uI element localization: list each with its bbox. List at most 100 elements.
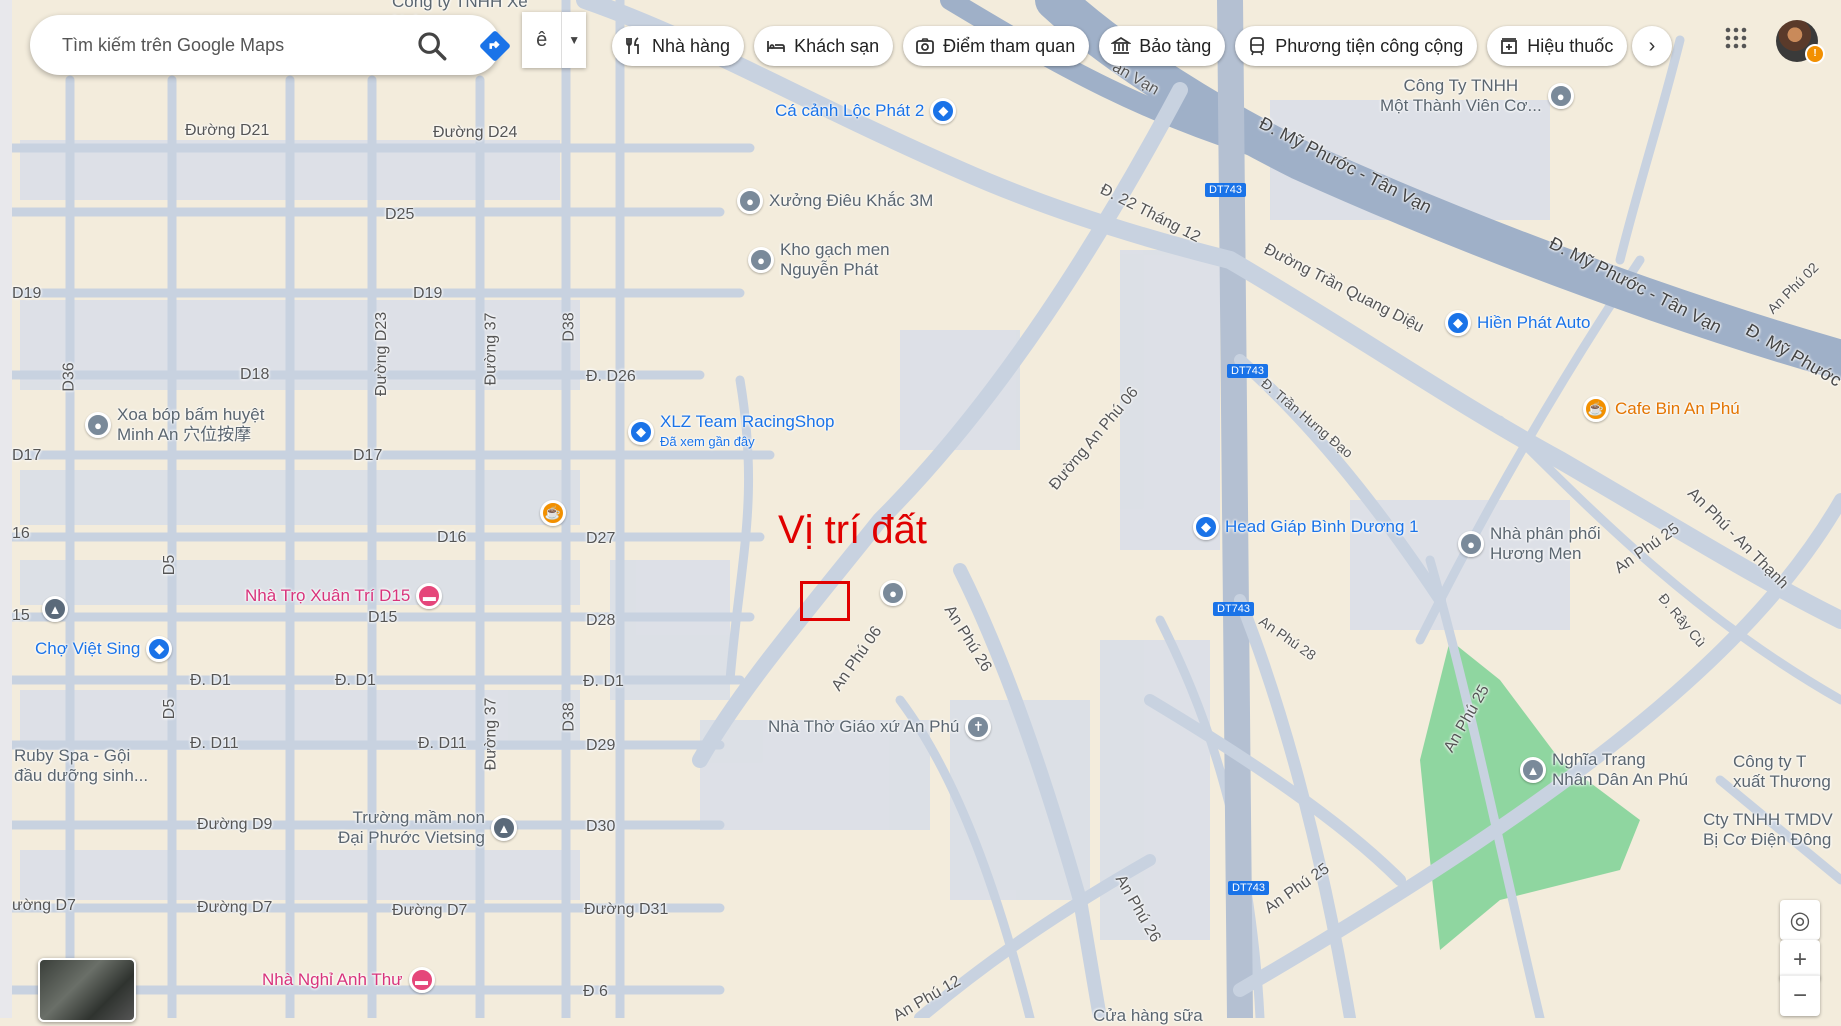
bed-icon: ▬ <box>408 967 435 993</box>
place-marker[interactable]: Trường mầm non Đại Phước Vietsing ▲ <box>338 808 517 848</box>
chip-label: Nhà hàng <box>652 35 731 56</box>
land-location-annotation: Vị trí đất <box>778 508 927 552</box>
road-label: D5 <box>161 554 179 576</box>
place-marker[interactable]: Ruby Spa - Gội đầu dưỡng sinh... <box>14 746 148 786</box>
road-label: D15 <box>368 609 398 626</box>
place-label: Cafe Bin An Phú <box>1615 399 1740 418</box>
road-label: Đường D7 <box>392 902 468 919</box>
category-chips: Nhà hàng Khách sạn Điểm tham quan Bảo tà… <box>612 26 1628 66</box>
road-label: D38 <box>560 312 578 342</box>
search-box[interactable] <box>30 15 510 75</box>
alert-badge-icon: ! <box>1805 44 1825 64</box>
road-label: Đ. D11 <box>190 735 239 752</box>
place-marker[interactable]: ◆ Hiền Phát Auto <box>1445 310 1590 336</box>
chevron-right-icon[interactable]: › <box>1632 26 1672 66</box>
chip-transit[interactable]: Phương tiện công cộng <box>1235 26 1478 66</box>
place-marker[interactable]: ● Kho gạch men Nguyễn Phát <box>748 240 890 280</box>
road-label: Đường 37 <box>482 697 500 771</box>
road-label: D28 <box>586 612 616 629</box>
road-label: Đường 37 <box>482 312 500 386</box>
place-label: XLZ Team RacingShop <box>660 412 835 431</box>
coffee-icon: ☕ <box>1583 396 1609 422</box>
layers-button[interactable] <box>38 958 136 1022</box>
chip-label: Điểm tham quan <box>943 35 1076 56</box>
camera-icon <box>916 38 935 54</box>
shopping-icon: ◆ <box>1445 310 1471 336</box>
zoom-in-button[interactable]: + <box>1780 940 1820 980</box>
place-marker[interactable]: Nhà Thờ Giáo xứ An Phú ✝ <box>768 714 992 740</box>
apps-grid-icon[interactable] <box>1724 26 1748 50</box>
road-label: Đ. D1 <box>335 672 376 689</box>
place-marker[interactable]: Công ty T xuất Thương <box>1733 752 1831 792</box>
school-icon: ▲ <box>490 815 517 841</box>
input-method-char: ê <box>536 28 548 51</box>
road-label: D16 <box>437 529 467 546</box>
place-marker[interactable]: Nhà Nghỉ Anh Thư ▬ <box>262 967 435 993</box>
chip-attractions[interactable]: Điểm tham quan <box>903 26 1090 66</box>
place-marker[interactable]: ◆ XLZ Team RacingShop Đã xem gần đây <box>628 412 835 452</box>
road-label: Đường D9 <box>197 816 273 833</box>
directions-icon[interactable] <box>478 29 512 63</box>
chip-hotels[interactable]: Khách sạn <box>754 26 894 66</box>
chip-label: Khách sạn <box>794 35 880 56</box>
place-label: Xoa bóp bấm huyệt Minh An 穴位按摩 <box>117 405 265 444</box>
road-label: 15 <box>12 607 30 624</box>
road-label: D17 <box>353 447 383 464</box>
search-input[interactable] <box>60 33 394 57</box>
place-label: Xưởng Điêu Khắc 3M <box>769 191 934 210</box>
road-label: Đ. D1 <box>583 673 624 690</box>
place-marker[interactable]: Công Ty TNHH Một Thành Viên Cơ... ● <box>1380 76 1574 116</box>
chip-restaurants[interactable]: Nhà hàng <box>612 26 745 66</box>
input-method-selector[interactable]: ê ▼ <box>522 12 586 68</box>
place-marker[interactable]: ▲ Nghĩa Trang Nhân Dân An Phú <box>1520 750 1688 790</box>
coffee-icon: ☕ <box>540 500 566 526</box>
zoom-out-button[interactable]: − <box>1780 975 1820 1016</box>
road-label: Đường D23 <box>373 311 391 397</box>
road-label: D27 <box>586 530 616 547</box>
chip-label: Hiệu thuốc <box>1527 35 1614 56</box>
place-label: Công Ty TNHH Một Thành Viên Cơ... <box>1380 76 1542 115</box>
place-label: Nghĩa Trang Nhân Dân An Phú <box>1552 750 1689 789</box>
land-location-box <box>800 581 850 621</box>
road-label: D19 <box>12 285 42 302</box>
chip-pharmacies[interactable]: Hiệu thuốc <box>1487 26 1628 66</box>
place-label: Nhà Thờ Giáo xứ An Phú <box>768 717 960 736</box>
chevron-down-icon[interactable]: ▼ <box>561 12 586 68</box>
cemetery-icon: ▲ <box>1520 757 1546 783</box>
place-marker[interactable]: Chợ Việt Sing ◆ <box>35 636 173 662</box>
place-marker[interactable]: Cá cảnh Lộc Phát 2 ◆ <box>775 98 957 124</box>
place-marker[interactable]: ● Nhà phân phối Hương Men <box>1458 524 1601 564</box>
place-marker[interactable]: ▲ <box>42 596 68 622</box>
place-sublabel: Đã xem gần đây <box>660 434 755 449</box>
road-label: Đ. D26 <box>586 368 636 385</box>
road-label: D5 <box>161 698 179 720</box>
place-marker[interactable]: ☕ Cafe Bin An Phú <box>1583 396 1740 422</box>
road-label: D25 <box>385 206 415 223</box>
restaurant-icon <box>626 37 639 54</box>
chip-museums[interactable]: Bảo tàng <box>1099 26 1226 66</box>
place-label: Công ty T xuất Thương <box>1733 752 1831 791</box>
place-marker[interactable]: ● Xoa bóp bấm huyệt Minh An 穴位按摩 <box>85 405 264 445</box>
search-icon[interactable] <box>415 29 449 63</box>
place-marker[interactable]: Cửa hàng sữa <box>1093 1006 1203 1026</box>
place-label: Cá cảnh Lộc Phát 2 <box>775 101 925 120</box>
place-marker[interactable]: ● Xưởng Điêu Khắc 3M <box>737 188 933 214</box>
place-label: Head Giáp Bình Dương 1 <box>1225 517 1419 536</box>
place-marker[interactable]: ● <box>880 580 906 606</box>
road-label: Đường D21 <box>185 122 270 139</box>
place-marker[interactable]: ◆ Head Giáp Bình Dương 1 <box>1193 514 1419 540</box>
place-label: Cty TNHH TMDV Bị Cơ Điện Đông <box>1703 810 1833 849</box>
place-marker[interactable]: Cty TNHH TMDV Bị Cơ Điện Đông <box>1703 810 1833 850</box>
school-icon: ▲ <box>42 596 68 622</box>
place-label: Chợ Việt Sing <box>35 639 141 658</box>
place-marker[interactable]: Nhà Trọ Xuân Trí D15 ▬ <box>245 583 443 609</box>
my-location-icon[interactable]: ◎ <box>1780 900 1820 940</box>
road-label: Đường D31 <box>584 901 669 918</box>
route-shield: DT743 <box>1205 183 1247 197</box>
road-label: D17 <box>12 447 42 464</box>
road-label: D29 <box>586 737 616 754</box>
route-shield: DT743 <box>1228 881 1270 895</box>
place-marker[interactable]: ☕ <box>540 500 566 526</box>
shopping-icon: ◆ <box>930 98 957 124</box>
place-label: Ruby Spa - Gội đầu dưỡng sinh... <box>14 746 149 785</box>
